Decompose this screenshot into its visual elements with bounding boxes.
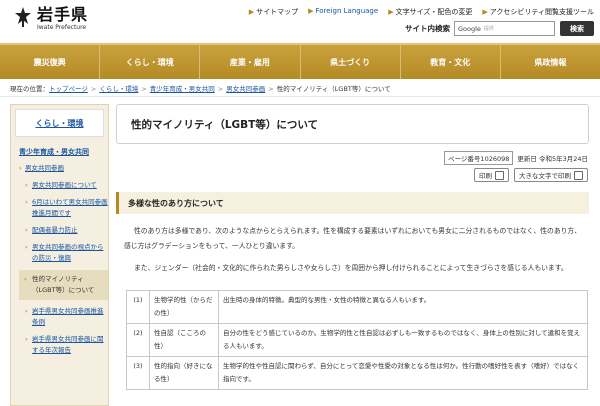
nav-item-education[interactable]: 教育・文化 <box>401 45 501 79</box>
sidebar-heading[interactable]: くらし・環境 <box>15 109 104 137</box>
breadcrumb-current: 性的マイノリティ（LGBT等）について <box>276 85 391 93</box>
print-tools: 印刷 大きな文字で印刷 <box>116 168 596 182</box>
print-button[interactable]: 印刷 <box>474 168 509 182</box>
utility-links: ▶ サイトマップ ▶ Foreign Language ▶ 文字サイズ・配色の変更 ▶… <box>249 7 594 17</box>
global-nav: 震災復興 くらし・環境 産業・雇用 県土づくり 教育・文化 県政情報 <box>0 43 600 79</box>
sidebar-item-lgbt[interactable]: 性的マイノリティ（LGBT等）について <box>19 270 108 300</box>
print-label: 印刷 <box>479 172 492 180</box>
sidebar-item-june-month[interactable]: 6月はいわて男女共同参画推進月間です <box>25 197 108 219</box>
logo-name: 岩手県 <box>37 5 89 24</box>
section-heading: 多様な性のあり方について <box>116 192 589 214</box>
table-row: (1) 生物学的性（からだの性） 出生時の身体的特徴。典型的な男性・女性の特徴と… <box>126 290 588 324</box>
updated-date: 更新日 令和5年3月24日 <box>517 155 588 163</box>
table-cell-term: 性的指向（好きになる性） <box>149 356 219 390</box>
logo-english: Iwate Prefecture <box>37 24 87 31</box>
table-cell-desc: 生物学的性や性自認に関わらず、自分にとって恋愛や性愛の対象となる性は何か。性行動… <box>218 356 588 390</box>
util-link-text-size-color[interactable]: ▶ 文字サイズ・配色の変更 <box>388 7 472 17</box>
table-cell-num: (1) <box>126 290 150 324</box>
sidebar-item-gender-equality[interactable]: 男女共同参画 <box>19 163 108 174</box>
large-print-button[interactable]: 大きな文字で印刷 <box>514 168 588 182</box>
search-input[interactable]: Google 提供 <box>454 21 555 36</box>
body-paragraph: 性のあり方は多様であり、次のような点からとらえられます。性を構成する要素はいずれ… <box>124 227 582 250</box>
breadcrumb-separator: > <box>90 85 97 93</box>
sidebar-subheading[interactable]: 青少年育成・男女共同 <box>19 147 104 157</box>
site-logo[interactable]: 岩手県 Iwate Prefecture <box>13 6 88 31</box>
sidebar: くらし・環境 青少年育成・男女共同 男女共同参画 男女共同参画について 6月はい… <box>10 104 109 406</box>
table-cell-term: 性自認（こころの性） <box>149 323 219 357</box>
body-paragraph: また、ジェンダー（社会的・文化的に作られた男らしさや女らしさ）を周囲から押し付け… <box>134 264 568 272</box>
util-link-foreign-language[interactable]: ▶ Foreign Language <box>308 7 378 17</box>
breadcrumb-link-top[interactable]: トップページ <box>49 85 88 93</box>
sidebar-item-annual-report[interactable]: 岩手県男女共同参画に関する年次報告 <box>25 334 108 356</box>
util-link-sitemap[interactable]: ▶ サイトマップ <box>249 7 298 17</box>
nav-item-industry[interactable]: 産業・雇用 <box>200 45 301 79</box>
search-hint: 提供 <box>483 26 494 32</box>
table-cell-term: 生物学的性（からだの性） <box>149 290 219 324</box>
table-cell-desc: 出生時の身体的特徴。典型的な男性・女性の特徴と異なる人もいます。 <box>218 290 588 324</box>
table-row: (3) 性的指向（好きになる性） 生物学的性や性自認に関わらず、自分にとって恋愛… <box>126 356 588 390</box>
section-heading-text: 多様な性のあり方について <box>128 198 224 208</box>
breadcrumb: 現在の位置：トップページ > くらし・環境 > 青少年育成・男女共同 > 男女共同参画 > 性的… <box>0 82 600 97</box>
main-content: 性的マイノリティ（LGBT等）について ページ番号1026098 更新日 令和5… <box>116 104 596 390</box>
breadcrumb-separator: > <box>141 85 147 93</box>
site-search: サイト内検索 Google 提供 検索 <box>405 21 594 36</box>
page-meta: ページ番号1026098 更新日 令和5年3月24日 <box>116 151 596 165</box>
breadcrumb-prefix: 現在の位置： <box>10 85 49 93</box>
table-cell-num: (2) <box>126 323 150 357</box>
nav-item-government[interactable]: 県政情報 <box>501 45 600 79</box>
gender-aspects-table: (1) 生物学的性（からだの性） 出生時の身体的特徴。典型的な男性・女性の特徴と… <box>126 290 588 390</box>
search-button[interactable]: 検索 <box>560 21 594 36</box>
printer-icon <box>495 170 504 180</box>
sidebar-item-about[interactable]: 男女共同参画について <box>25 180 108 191</box>
prefecture-emblem-icon <box>15 7 31 27</box>
site-header: 岩手県 Iwate Prefecture ▶ サイトマップ ▶ Foreign La… <box>0 0 600 43</box>
util-link-accessibility[interactable]: ▶ アクセシビリティ閲覧支援ツール <box>482 7 594 17</box>
breadcrumb-link-gender[interactable]: 男女共同参画 <box>226 85 265 93</box>
nav-item-recovery[interactable]: 震災復興 <box>0 45 101 79</box>
search-label: サイト内検索 <box>405 24 450 33</box>
sidebar-list: 男女共同参画 男女共同参画について 6月はいわて男女共同参画推進月間です 配偶者… <box>19 163 108 356</box>
page-id: ページ番号1026098 <box>444 151 514 165</box>
sidebar-item-ordinance[interactable]: 岩手県男女共同参画推進条例 <box>25 306 108 328</box>
sidebar-item-dv-prevention[interactable]: 配偶者暴力防止 <box>25 225 108 236</box>
table-row: (2) 性自認（こころの性） 自分の性をどう感じているのか。生物学的性と性自認は… <box>126 323 588 357</box>
page-title-box: 性的マイノリティ（LGBT等）について <box>116 104 589 144</box>
search-brand: Google <box>458 24 481 33</box>
nav-item-land[interactable]: 県土づくり <box>301 45 401 79</box>
large-print-label: 大きな文字で印刷 <box>519 172 571 180</box>
table-cell-num: (3) <box>126 356 150 390</box>
nav-item-living[interactable]: くらし・環境 <box>100 45 201 79</box>
page-title: 性的マイノリティ（LGBT等）について <box>131 118 319 131</box>
breadcrumb-link-living[interactable]: くらし・環境 <box>99 85 138 93</box>
table-cell-desc: 自分の性をどう感じているのか。生物学的性と性自認は必ずしも一致するものではなく、… <box>218 323 588 357</box>
breadcrumb-separator: > <box>217 85 224 93</box>
breadcrumb-separator: > <box>268 85 274 93</box>
sidebar-item-disaster[interactable]: 男女共同参画の視点からの防災・復興 <box>25 242 108 264</box>
printer-icon <box>574 170 583 180</box>
breadcrumb-link-youth[interactable]: 青少年育成・男女共同 <box>150 85 215 93</box>
